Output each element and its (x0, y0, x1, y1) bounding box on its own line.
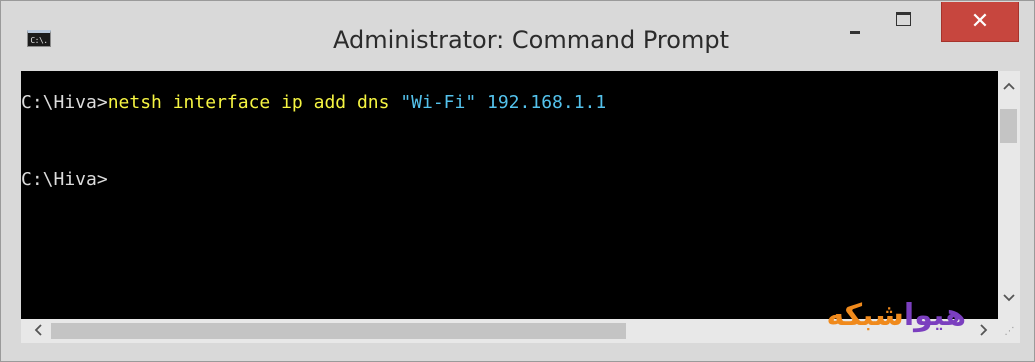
resize-grip-icon[interactable]: ⋰ (998, 319, 1020, 343)
minimize-button[interactable] (831, 2, 877, 42)
vertical-scrollbar[interactable] (998, 71, 1020, 319)
vertical-scroll-thumb[interactable] (1000, 109, 1017, 143)
prompt-text: C:\Hiva> (21, 169, 108, 190)
watermark-part-1: هیوا (903, 298, 966, 333)
ip-argument: 192.168.1.1 (476, 92, 607, 113)
console-line-command: C:\Hiva>netsh interface ip add dns "Wi-F… (21, 91, 606, 115)
maximize-button[interactable] (881, 2, 927, 42)
prompt-text: C:\Hiva> (21, 92, 108, 113)
command-prompt-window: C:\. Administrator: Command Prompt ✕ C:\… (0, 0, 1035, 362)
scroll-down-icon[interactable] (998, 283, 1020, 313)
string-argument: "Wi-Fi" (400, 92, 477, 113)
title-bar[interactable]: C:\. Administrator: Command Prompt ✕ (1, 1, 1034, 71)
close-button[interactable]: ✕ (941, 2, 1019, 42)
scroll-left-icon[interactable] (27, 319, 49, 343)
console-output[interactable]: C:\Hiva>netsh interface ip add dns "Wi-F… (21, 71, 998, 319)
console-app-icon[interactable]: C:\. (27, 30, 51, 47)
scroll-right-icon[interactable] (973, 319, 995, 343)
watermark-part-2: شبکه (826, 298, 904, 333)
command-text: netsh interface ip add dns (107, 92, 401, 113)
horizontal-scroll-thumb[interactable] (51, 323, 626, 339)
scroll-up-icon[interactable] (998, 71, 1020, 101)
window-title: Administrator: Command Prompt (333, 26, 729, 54)
watermark-logo: هیواشبکه (806, 291, 966, 341)
console-line-prompt: C:\Hiva> (21, 168, 108, 192)
